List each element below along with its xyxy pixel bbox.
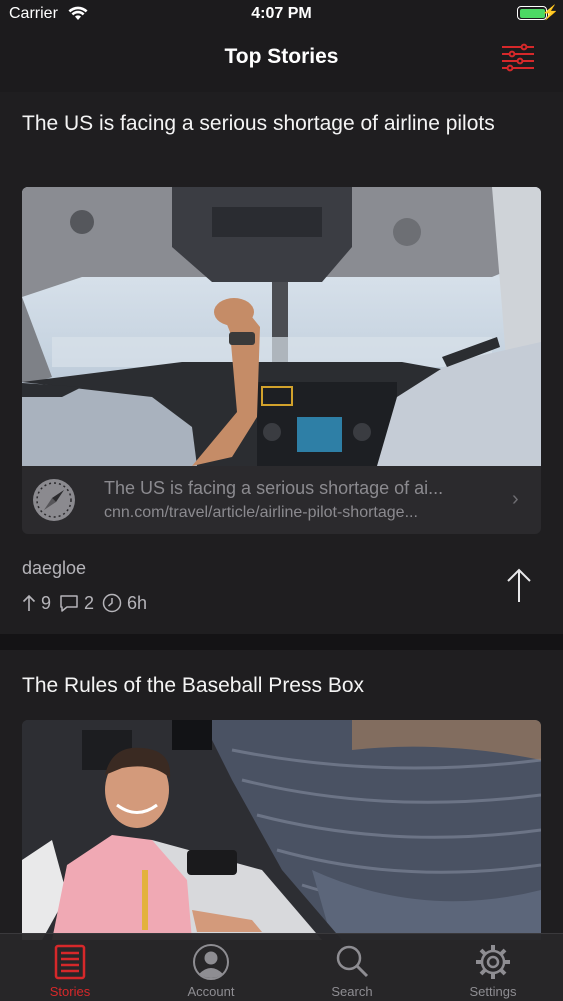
page-title: Top Stories <box>224 45 339 68</box>
story-card[interactable]: The US is facing a serious shortage of a… <box>0 92 563 634</box>
clock: 4:07 PM <box>251 5 312 22</box>
tab-label: Stories <box>49 984 91 999</box>
story-age: 6h <box>127 592 148 613</box>
search-icon <box>336 945 369 978</box>
tab-bar: Stories Account Search Settings <box>0 933 563 1001</box>
clock-icon <box>102 593 122 613</box>
link-url: cnn.com/travel/article/airline-pilot-sho… <box>104 504 418 521</box>
points-arrow-icon <box>22 594 36 611</box>
tab-label: Search <box>331 984 373 999</box>
tab-account[interactable]: Account <box>141 934 281 1001</box>
account-icon <box>193 944 229 980</box>
link-preview[interactable]: The US is facing a serious shortage of a… <box>22 466 541 534</box>
story-meta: 9 2 6h <box>22 592 155 614</box>
comment-bubble-icon <box>60 595 78 612</box>
tab-label: Account <box>187 984 235 999</box>
sliders-icon[interactable] <box>500 42 536 72</box>
card-separator <box>0 634 563 650</box>
story-thumbnail-press-box[interactable] <box>22 720 541 940</box>
upvote-arrow-icon[interactable] <box>504 568 534 604</box>
stories-icon <box>54 944 86 980</box>
story-points: 9 <box>41 592 52 613</box>
tab-label: Settings <box>469 984 517 999</box>
story-card[interactable]: The Rules of the Baseball Press Box <box>0 650 563 940</box>
tab-stories[interactable]: Stories <box>0 934 140 1001</box>
story-thumbnail-cockpit[interactable] <box>22 187 541 466</box>
story-comments: 2 <box>84 592 95 613</box>
tab-search[interactable]: Search <box>282 934 422 1001</box>
story-headline[interactable]: The US is facing a serious shortage of a… <box>22 109 522 138</box>
navigation-bar: Top Stories <box>0 30 563 92</box>
story-headline[interactable]: The Rules of the Baseball Press Box <box>22 671 522 700</box>
chevron-right-icon: › <box>512 488 519 510</box>
tab-settings[interactable]: Settings <box>423 934 563 1001</box>
charging-icon: ⚡ <box>541 4 559 20</box>
settings-gear-icon <box>476 945 510 979</box>
link-title: The US is facing a serious shortage of a… <box>104 478 444 498</box>
status-bar: Carrier 4:07 PM ⚡ <box>0 0 563 30</box>
story-author[interactable]: daegloe <box>22 558 86 579</box>
compass-icon <box>33 479 75 521</box>
